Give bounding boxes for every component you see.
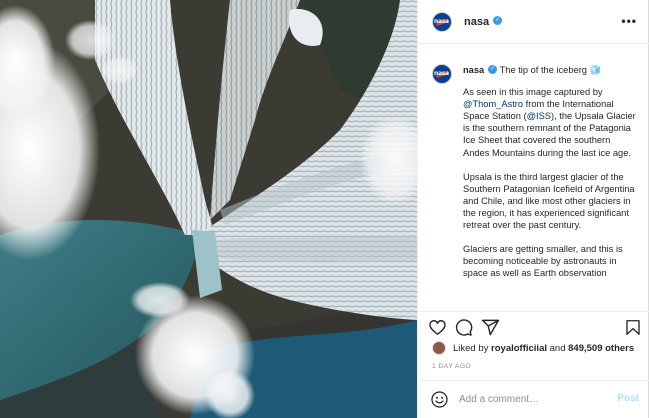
comment-input[interactable] (459, 394, 609, 405)
caption-row: nasa ✓ The tip of the iceberg 🧊 As seen i… (432, 61, 637, 291)
header-username[interactable]: nasa (464, 16, 489, 28)
emoji-icon[interactable] (430, 390, 449, 409)
heart-icon[interactable] (428, 318, 447, 337)
verified-badge-icon: ✓ (493, 16, 503, 25)
post-timestamp[interactable]: 1 DAY AGO (432, 363, 471, 370)
add-comment-bar: Post (418, 380, 649, 418)
comments-area[interactable]: nasa ✓ The tip of the iceberg 🧊 As seen i… (418, 45, 649, 311)
nasa-avatar[interactable] (432, 11, 452, 32)
more-options-icon[interactable]: ••• (621, 14, 637, 28)
glacier-photo (0, 0, 417, 418)
post-dialog: nasa ✓ ••• nasa ✓ The tip of the iceberg … (0, 0, 649, 418)
post-image[interactable] (0, 0, 417, 418)
caption-head: nasa ✓ The tip of the iceberg 🧊 (463, 64, 637, 76)
post-comment-button[interactable]: Post (617, 393, 639, 404)
share-icon[interactable] (481, 318, 500, 337)
likes-middle: and (549, 342, 566, 354)
caption-paragraph-3: Glaciers are getting smaller, and this i… (463, 244, 623, 279)
caption-username[interactable]: nasa (463, 65, 484, 75)
post-side-panel: nasa ✓ ••• nasa ✓ The tip of the iceberg … (417, 0, 649, 418)
caption-verified-icon: ✓ (488, 65, 498, 75)
likes-count-link[interactable]: 849,509 others (568, 343, 634, 354)
bookmark-icon[interactable] (624, 318, 642, 337)
caption-text: nasa ✓ The tip of the iceberg 🧊 As seen i… (463, 61, 637, 291)
comment-icon[interactable] (454, 318, 473, 337)
likes-prefix: Liked by (453, 342, 489, 354)
post-header: nasa ✓ ••• (418, 0, 649, 44)
liker-avatar[interactable] (432, 341, 446, 355)
caption-avatar[interactable] (432, 64, 452, 84)
action-bar (418, 311, 649, 343)
caption-p1-before: As seen in this image captured by (463, 87, 603, 98)
mention-thom-astro[interactable]: @Thom_Astro (463, 99, 523, 109)
likes-summary: Liked by royalofficiial and 849,509 othe… (432, 341, 634, 355)
caption-paragraph-1: As seen in this image captured by @Thom_… (463, 86, 637, 159)
caption-paragraph-2: Upsala is the third largest glacier of t… (463, 171, 635, 231)
caption-title: The tip of the iceberg 🧊 (499, 65, 602, 75)
mention-iss[interactable]: @ISS (527, 111, 551, 121)
liker-username[interactable]: royalofficiial (491, 343, 547, 354)
